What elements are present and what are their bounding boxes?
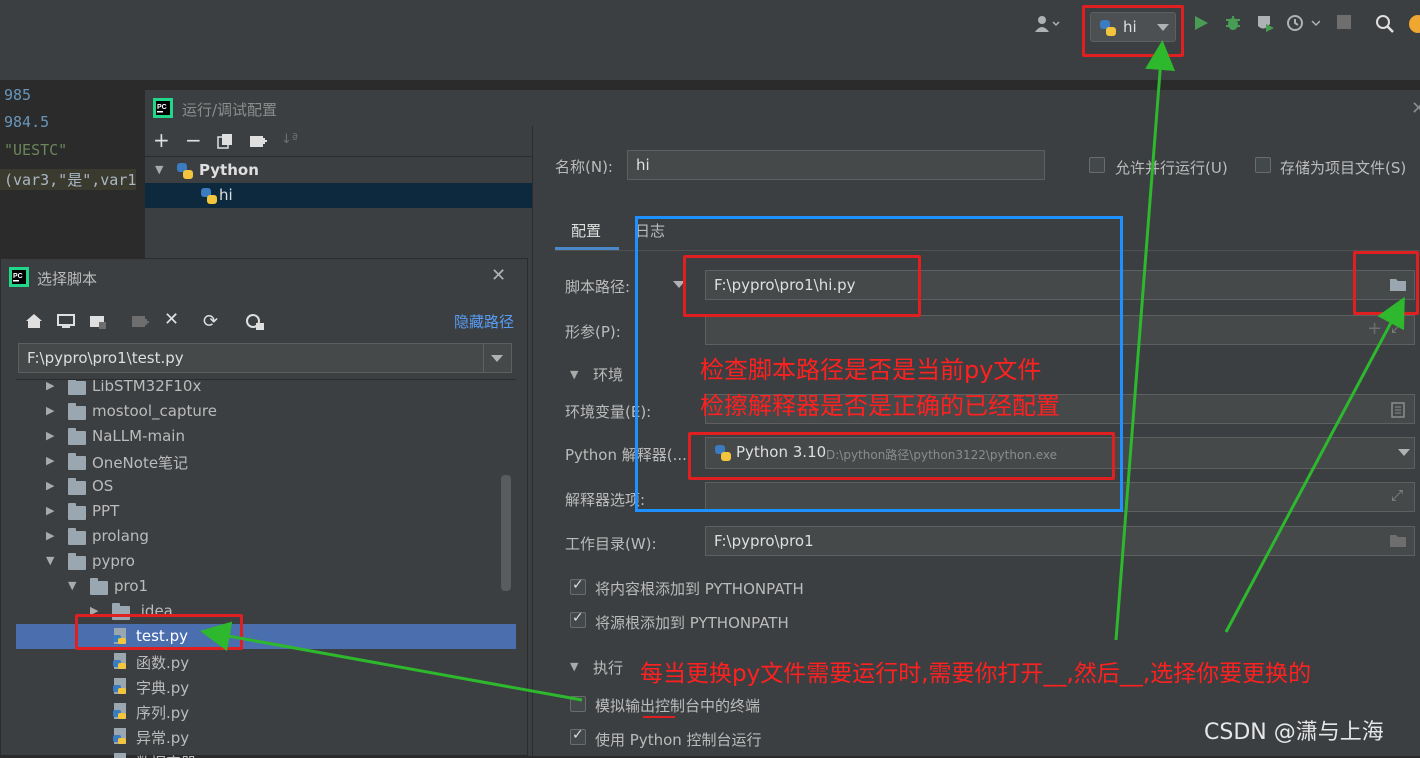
- watermark: CSDN @潇与上海: [1204, 720, 1384, 745]
- annotation-arrow: [1114, 40, 1176, 641]
- annotation-arrows: [200, 40, 1405, 702]
- annotation-arrow: [200, 621, 583, 702]
- annotation-arrow: [1224, 296, 1405, 633]
